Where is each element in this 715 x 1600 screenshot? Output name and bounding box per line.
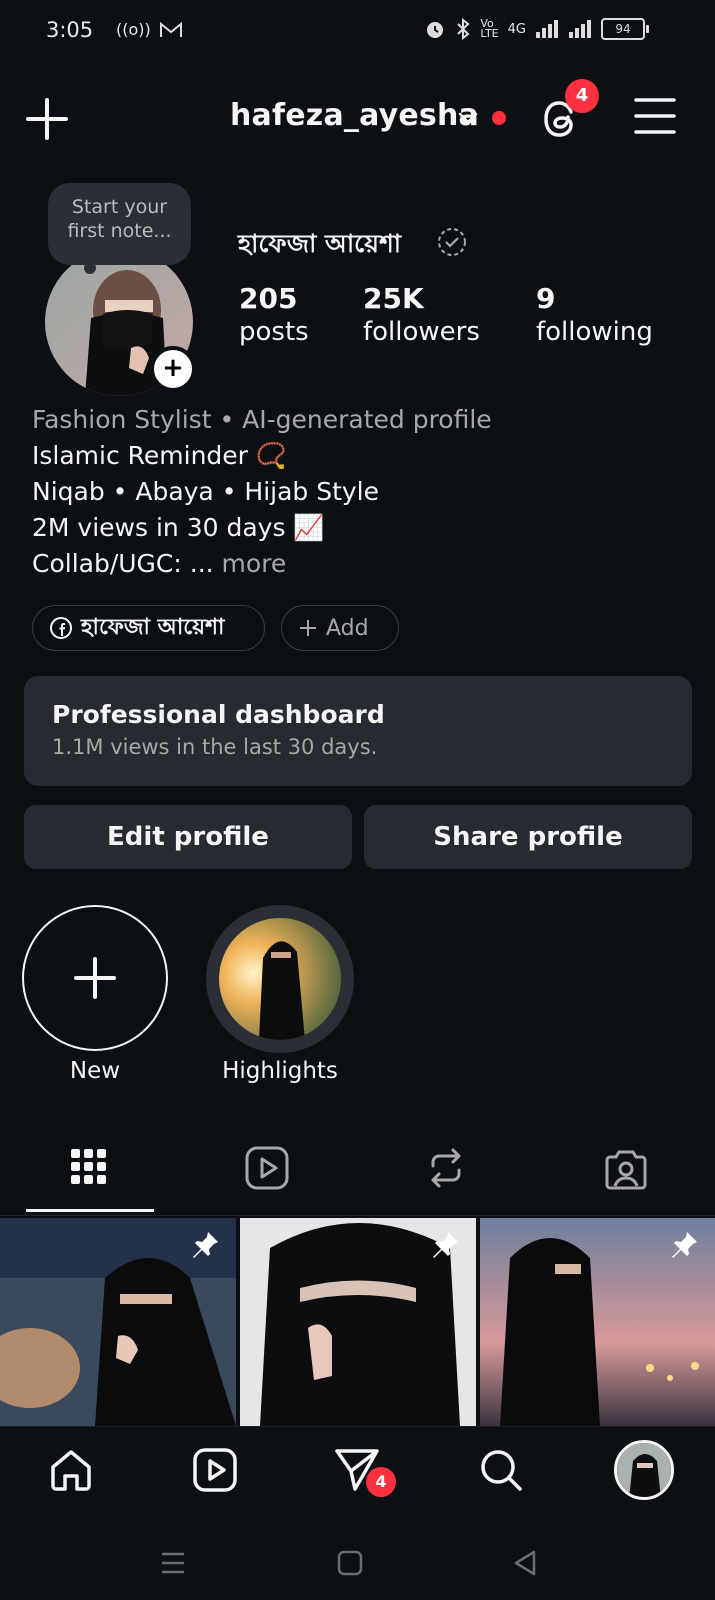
new-highlight-label: New [69, 1058, 121, 1084]
signal-icon-2 [568, 19, 592, 39]
highlight-cover [219, 918, 341, 1040]
bio-line-2: Niqab • Abaya • Hijab Style [32, 477, 380, 506]
account-activity-dot [492, 111, 506, 125]
highlight-label: Highlights [222, 1058, 338, 1084]
volte-icon: Vo LTE [480, 17, 499, 40]
post-thumbnail[interactable] [240, 1218, 476, 1426]
post-thumbnail[interactable] [0, 1218, 236, 1426]
menu-icon[interactable] [634, 96, 676, 136]
bio-category: Fashion Stylist • AI-generated profile [32, 405, 492, 434]
facebook-link-pill[interactable]: হাফেজা আয়েশা [32, 605, 265, 651]
status-time: 3:05 [46, 18, 94, 42]
posts-label: posts [239, 317, 309, 347]
signal-icon-1 [535, 19, 559, 39]
add-link-label: Add [326, 615, 369, 641]
alarm-icon [424, 18, 446, 40]
plus-icon [298, 618, 318, 638]
reels-tab-icon[interactable] [245, 1146, 289, 1190]
bio-line-1: Islamic Reminder 📿 [32, 441, 288, 470]
reels-icon[interactable] [192, 1447, 238, 1493]
note-tail [84, 262, 96, 274]
posts-count: 205 [239, 282, 298, 315]
bio-line-3: 2M views in 30 days 📈 [32, 513, 325, 542]
status-system-icons: Vo LTE 4G 94 [424, 17, 649, 40]
bottom-navigation: 4 [0, 1426, 715, 1527]
dashboard-subtitle: 1.1M views in the last 30 days. [52, 735, 378, 759]
bio-more-link[interactable]: more [222, 549, 287, 578]
posts-stat[interactable]: 205 posts [239, 282, 309, 347]
following-stat[interactable]: 9 following [536, 282, 653, 347]
gmail-icon [159, 21, 183, 39]
add-story-button[interactable]: + [150, 346, 196, 392]
facebook-icon [49, 616, 73, 640]
followers-stat[interactable]: 25K followers [363, 282, 480, 347]
messages-badge: 4 [366, 1467, 396, 1497]
bio-line-4: Collab/UGC: ... more [32, 546, 692, 582]
reposts-tab-icon[interactable] [425, 1146, 467, 1190]
search-icon[interactable] [478, 1447, 524, 1493]
facebook-link-label: হাফেজা আয়েশা [81, 614, 225, 640]
threads-badge: 4 [565, 79, 599, 113]
note-placeholder-line1: Start your [71, 196, 168, 218]
note-bubble[interactable]: Start your first note... [48, 183, 191, 265]
bio-line-4-text: Collab/UGC: ... [32, 549, 214, 578]
active-tab-indicator [26, 1209, 154, 1212]
chevron-down-icon[interactable] [457, 110, 479, 126]
status-notification-icons: ((o)) [116, 20, 183, 39]
home-icon[interactable] [48, 1447, 94, 1493]
profile-tab-avatar[interactable] [614, 1440, 674, 1500]
recents-icon[interactable] [160, 1550, 186, 1576]
pin-icon [190, 1230, 220, 1260]
post-thumbnail[interactable] [480, 1218, 715, 1426]
dashboard-title: Professional dashboard [52, 700, 385, 729]
pin-icon [669, 1230, 699, 1260]
followers-count: 25K [363, 282, 424, 315]
profile-bio: Fashion Stylist • AI-generated profile I… [32, 402, 692, 582]
new-highlight-button[interactable] [22, 905, 168, 1051]
battery-indicator: 94 [601, 18, 649, 40]
radio-icon: ((o)) [116, 20, 151, 39]
back-icon[interactable] [512, 1550, 538, 1576]
system-navigation [0, 1526, 715, 1600]
tagged-tab-icon[interactable] [604, 1146, 648, 1190]
home-button-icon[interactable] [337, 1550, 363, 1576]
tab-separator [0, 1215, 715, 1216]
network-type-icon: 4G [507, 21, 526, 37]
following-label: following [536, 317, 653, 347]
create-icon[interactable] [26, 98, 68, 140]
grid-tab-icon[interactable] [70, 1148, 108, 1186]
note-placeholder-line2: first note... [67, 220, 172, 242]
professional-dashboard-card[interactable]: Professional dashboard 1.1M views in the… [24, 676, 692, 786]
following-count: 9 [536, 282, 556, 315]
display-name: হাফেজা আয়েশা [238, 229, 401, 258]
pin-icon [430, 1230, 460, 1260]
edit-profile-button[interactable]: Edit profile [24, 805, 352, 869]
verified-outline-icon [436, 226, 468, 258]
share-profile-button[interactable]: Share profile [364, 805, 692, 869]
username-switcher[interactable]: hafeza_ayesha [230, 98, 479, 133]
plus-icon [74, 957, 116, 999]
followers-label: followers [363, 317, 480, 347]
add-link-pill[interactable]: Add [281, 605, 399, 651]
bluetooth-icon [455, 18, 471, 40]
highlight-item[interactable] [206, 905, 354, 1053]
